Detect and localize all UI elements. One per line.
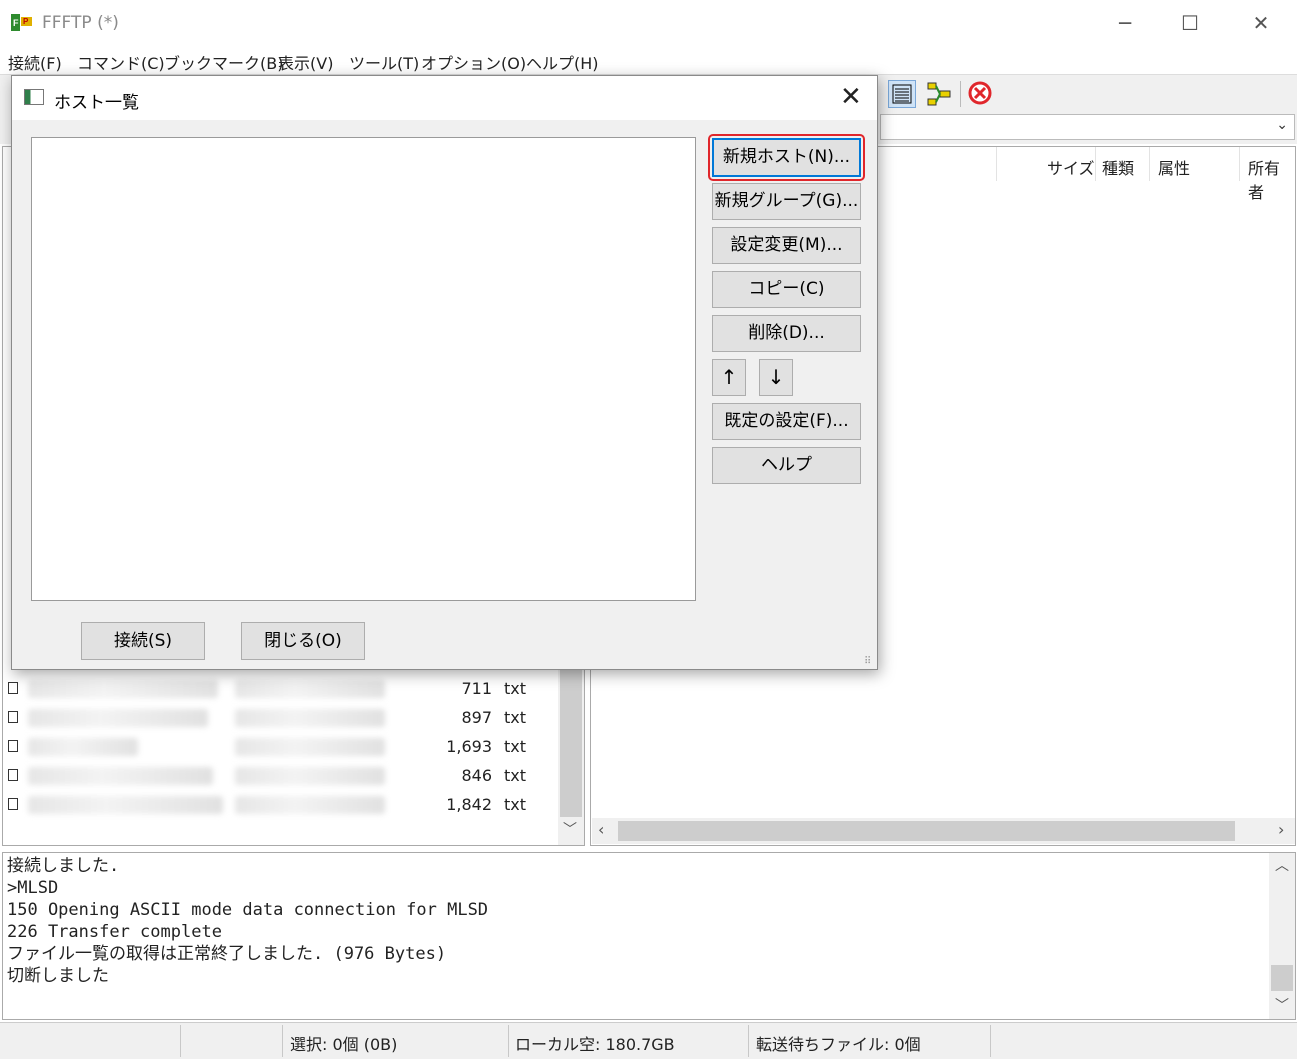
blurred-date bbox=[235, 738, 385, 756]
edit-settings-button[interactable]: 設定変更(M)... bbox=[712, 227, 861, 264]
file-icon bbox=[8, 682, 18, 694]
close-dialog-button[interactable]: 閉じる(O) bbox=[241, 622, 365, 660]
svg-text:F: F bbox=[13, 18, 19, 28]
toolbar-separator bbox=[960, 81, 961, 107]
list-view-icon bbox=[892, 84, 912, 104]
minimize-button[interactable]: ─ bbox=[1102, 8, 1148, 38]
menu-tools[interactable]: ツール(T) bbox=[349, 50, 419, 74]
scroll-right-icon[interactable]: › bbox=[1278, 820, 1284, 839]
file-size: 1,842 bbox=[446, 795, 492, 814]
file-size: 897 bbox=[461, 708, 492, 727]
blurred-filename bbox=[28, 767, 213, 785]
maximize-button[interactable]: ☐ bbox=[1167, 8, 1213, 38]
file-type: txt bbox=[504, 708, 527, 727]
blurred-date bbox=[235, 796, 385, 814]
delete-button[interactable]: 削除(D)... bbox=[712, 315, 861, 352]
scroll-down-icon[interactable]: ﹀ bbox=[1275, 995, 1289, 1015]
menu-view[interactable]: 表示(V) bbox=[278, 50, 333, 74]
menu-help[interactable]: ヘルプ(H) bbox=[526, 50, 599, 74]
host-list-box[interactable] bbox=[31, 137, 696, 601]
file-size: 846 bbox=[461, 766, 492, 785]
blurred-date bbox=[235, 709, 385, 727]
menu-command[interactable]: コマンド(C) bbox=[77, 50, 165, 74]
log-vertical-scrollbar[interactable]: ︿ ﹀ bbox=[1269, 853, 1295, 1019]
log-line: 切断しました bbox=[7, 966, 109, 986]
svg-text:P: P bbox=[23, 17, 29, 26]
column-separator bbox=[1095, 147, 1096, 181]
log-line: 接続しました. bbox=[7, 856, 120, 876]
column-separator bbox=[1239, 147, 1240, 181]
status-separator bbox=[508, 1025, 509, 1057]
column-separator bbox=[996, 147, 997, 181]
status-local-free: ローカル空: 180.7GB bbox=[515, 1035, 675, 1054]
status-selection: 選択: 0個 (0B) bbox=[290, 1035, 398, 1054]
blurred-date bbox=[235, 680, 385, 698]
sync-tree-icon[interactable] bbox=[926, 81, 952, 107]
file-icon bbox=[8, 769, 18, 781]
status-bar: 選択: 0個 (0B) ローカル空: 180.7GB 転送待ちファイル: 0個 bbox=[0, 1022, 1297, 1059]
new-group-button[interactable]: 新規グループ(G)... bbox=[712, 183, 861, 220]
status-separator bbox=[990, 1025, 991, 1057]
dialog-window-icon bbox=[24, 89, 44, 105]
window-title: FFFTP (*) bbox=[42, 13, 119, 33]
copy-button[interactable]: コピー(C) bbox=[712, 271, 861, 308]
help-button[interactable]: ヘルプ bbox=[712, 447, 861, 484]
host-list-dialog: ホスト一覧 ✕ 新規ホスト(N)... 新規グループ(G)... 設定変更(M)… bbox=[11, 75, 878, 670]
status-separator bbox=[282, 1025, 283, 1057]
connect-button[interactable]: 接続(S) bbox=[81, 622, 205, 660]
status-queue: 転送待ちファイル: 0個 bbox=[756, 1035, 921, 1054]
menu-connect[interactable]: 接続(F) bbox=[8, 50, 62, 74]
column-separator bbox=[1149, 147, 1150, 181]
menu-bookmark[interactable]: ブックマーク(B) bbox=[164, 50, 283, 74]
scroll-up-icon[interactable]: ︿ bbox=[1275, 855, 1289, 875]
log-line: 150 Opening ASCII mode data connection f… bbox=[7, 900, 489, 920]
remote-path-combo[interactable]: ⌄ bbox=[880, 114, 1295, 140]
file-type: txt bbox=[504, 679, 527, 698]
blurred-filename bbox=[28, 796, 223, 814]
column-attributes[interactable]: 属性 bbox=[1158, 155, 1190, 179]
menu-options[interactable]: オプション(O) bbox=[421, 50, 526, 74]
close-window-button[interactable]: ✕ bbox=[1238, 8, 1284, 38]
chevron-down-icon: ⌄ bbox=[1276, 117, 1288, 133]
status-separator bbox=[748, 1025, 749, 1057]
log-line: >MLSD bbox=[7, 878, 59, 898]
stop-icon[interactable] bbox=[968, 81, 992, 105]
scroll-down-icon[interactable]: ﹀ bbox=[563, 819, 577, 839]
column-type[interactable]: 種類 bbox=[1102, 155, 1134, 179]
blurred-filename bbox=[28, 680, 218, 698]
new-host-button[interactable]: 新規ホスト(N)... bbox=[712, 138, 861, 177]
dialog-close-icon[interactable]: ✕ bbox=[840, 84, 862, 110]
file-icon bbox=[8, 740, 18, 752]
title-bar: F P FFFTP (*) ─ ☐ ✕ bbox=[0, 0, 1297, 46]
menu-bar: 接続(F) コマンド(C) ブックマーク(B) 表示(V) ツール(T) オプシ… bbox=[0, 46, 1297, 74]
log-scroll-thumb[interactable] bbox=[1271, 965, 1293, 991]
blurred-filename bbox=[28, 738, 138, 756]
ffftp-app-icon: F P bbox=[11, 14, 32, 31]
remote-horizontal-scrollbar[interactable]: ‹ › bbox=[592, 818, 1295, 844]
resize-grip-icon[interactable]: ⠿ bbox=[864, 656, 871, 667]
move-down-button[interactable]: ↓ bbox=[759, 359, 793, 396]
log-pane[interactable]: 接続しました. >MLSD 150 Opening ASCII mode dat… bbox=[2, 852, 1296, 1020]
move-up-button[interactable]: ↑ bbox=[712, 359, 746, 396]
log-line: 226 Transfer complete bbox=[7, 922, 222, 942]
dialog-title: ホスト一覧 bbox=[54, 93, 139, 113]
scroll-left-icon[interactable]: ‹ bbox=[598, 820, 604, 839]
file-size: 1,693 bbox=[446, 737, 492, 756]
column-size[interactable]: サイズ bbox=[1047, 155, 1095, 179]
list-view-toggle[interactable] bbox=[888, 80, 916, 108]
file-icon bbox=[8, 711, 18, 723]
status-separator bbox=[180, 1025, 181, 1057]
blurred-filename bbox=[28, 709, 208, 727]
file-size: 711 bbox=[461, 679, 492, 698]
file-type: txt bbox=[504, 737, 527, 756]
default-settings-button[interactable]: 既定の設定(F)... bbox=[712, 403, 861, 440]
file-icon bbox=[8, 798, 18, 810]
file-type: txt bbox=[504, 795, 527, 814]
file-type: txt bbox=[504, 766, 527, 785]
dialog-title-bar: ホスト一覧 ✕ bbox=[12, 76, 877, 120]
blurred-date bbox=[235, 767, 385, 785]
remote-scroll-thumb[interactable] bbox=[618, 821, 1235, 841]
column-owner[interactable]: 所有者 bbox=[1248, 155, 1295, 203]
log-line: ファイル一覧の取得は正常終了しました. (976 Bytes) bbox=[7, 944, 447, 964]
